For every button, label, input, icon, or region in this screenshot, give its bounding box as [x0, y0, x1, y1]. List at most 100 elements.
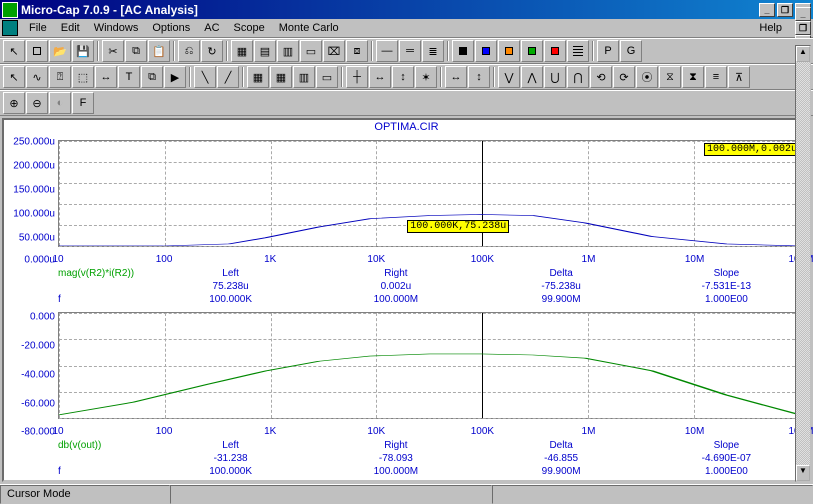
menu-scope[interactable]: Scope	[227, 20, 272, 36]
tb3-zoomin[interactable]: ⊕	[3, 92, 25, 114]
tb2-9[interactable]: ╱	[217, 66, 239, 88]
tb2-13[interactable]: ▭	[316, 66, 338, 88]
tb2-4[interactable]: ↔	[95, 66, 117, 88]
tb1-14[interactable]: ⧈	[346, 40, 368, 62]
tb2-19[interactable]: ↕	[468, 66, 490, 88]
tb2-wave[interactable]: ∿	[26, 66, 48, 88]
readout-2-frq: f 100.000K 100.000M 99.900M 1.000E00	[4, 465, 809, 480]
tb2-28[interactable]: ⧗	[682, 66, 704, 88]
menu-help[interactable]: Help	[752, 20, 789, 36]
tb1-19[interactable]	[475, 40, 497, 62]
tb2-11[interactable]: ▦	[270, 66, 292, 88]
plot-1[interactable]: 100.000K,75.238u 100.000M,0.002u 10 100 …	[58, 134, 801, 267]
mdi-minimize-button[interactable]: _	[795, 7, 811, 21]
mdi-icon[interactable]	[2, 20, 18, 36]
col2-slope: Slope	[644, 440, 809, 451]
x2-2: 1K	[264, 426, 276, 437]
menu-edit[interactable]: Edit	[54, 20, 87, 36]
tag-right[interactable]: 100.000M,0.002u	[704, 143, 800, 156]
tb2-20[interactable]: ⋁	[498, 66, 520, 88]
tb1-8[interactable]: ↻	[201, 40, 223, 62]
maximize-button[interactable]: ❐	[777, 3, 793, 17]
tb2-2[interactable]: ⍰	[49, 66, 71, 88]
tb2-t[interactable]: T	[118, 66, 140, 88]
tb2-8[interactable]: ╲	[194, 66, 216, 88]
tb1-15[interactable]: —	[376, 40, 398, 62]
scroll-track[interactable]	[796, 62, 810, 465]
yaxis-2: 0.000 -20.000 -40.000 -60.000 -80.000	[4, 306, 58, 439]
tb2-15[interactable]: ↔	[369, 66, 391, 88]
menu-file[interactable]: File	[22, 20, 54, 36]
tb1-6[interactable]: 📋	[148, 40, 170, 62]
tb1-10[interactable]: ▤	[254, 40, 276, 62]
tb1-13[interactable]: ⌧	[323, 40, 345, 62]
tb2-3[interactable]: ⬚	[72, 66, 94, 88]
menu-ac[interactable]: AC	[197, 20, 226, 36]
tb2-18[interactable]: ↔	[445, 66, 467, 88]
f2-delta: 99.900M	[479, 466, 644, 477]
tb2-27[interactable]: ⧖	[659, 66, 681, 88]
minimize-button[interactable]: _	[759, 3, 775, 17]
tb1-select[interactable]: ↖	[3, 40, 25, 62]
tb1-7[interactable]: ⎌	[178, 40, 200, 62]
tb3-f[interactable]: F	[72, 92, 94, 114]
tb3-zoomout[interactable]: ⊖	[26, 92, 48, 114]
tag-left[interactable]: 100.000K,75.238u	[407, 220, 509, 233]
plot-2[interactable]: 10 100 1K 10K 100K 1M 10M 100M	[58, 306, 801, 439]
tb1-g[interactable]: G	[620, 40, 642, 62]
scrollbar-v[interactable]: ▲ ▼	[795, 45, 811, 482]
tb1-9[interactable]: ▦	[231, 40, 253, 62]
tb1-22[interactable]	[544, 40, 566, 62]
tb2-10[interactable]: ▦	[247, 66, 269, 88]
col2-delta: Delta	[479, 440, 644, 451]
tb2-25[interactable]: ⟳	[613, 66, 635, 88]
menu-windows[interactable]: Windows	[87, 20, 146, 36]
scroll-down-button[interactable]: ▼	[796, 465, 810, 481]
tb2-22[interactable]: ⋃	[544, 66, 566, 88]
tb1-18[interactable]	[452, 40, 474, 62]
v2-right: -78.093	[313, 453, 478, 464]
tb1-4[interactable]: ✂	[102, 40, 124, 62]
tb2-16[interactable]: ↕	[392, 66, 414, 88]
tb1-12[interactable]: ▭	[300, 40, 322, 62]
mdi-maximize-button[interactable]: ❐	[795, 21, 811, 35]
tb1-3[interactable]: 💾	[72, 40, 94, 62]
tb2-21[interactable]: ⋀	[521, 66, 543, 88]
open-icon: 📂	[53, 45, 67, 58]
tb2-cursor[interactable]: ↖	[3, 66, 25, 88]
tb1-2[interactable]: 📂	[49, 40, 71, 62]
chart-filename: OPTIMA.CIR	[4, 120, 809, 134]
x-5: 1M	[582, 254, 596, 265]
tb1-17[interactable]: ≣	[422, 40, 444, 62]
readout-1-frq: f 100.000K 100.000M 99.900M 1.000E00	[4, 293, 809, 306]
new-icon	[33, 47, 41, 55]
tb2-12[interactable]: ▥	[293, 66, 315, 88]
f1-slope: 1.000E00	[644, 294, 809, 305]
tb2-24[interactable]: ⟲	[590, 66, 612, 88]
tb2-17[interactable]: ✶	[415, 66, 437, 88]
menu-montecarlo[interactable]: Monte Carlo	[272, 20, 346, 36]
tb2-23[interactable]: ⋂	[567, 66, 589, 88]
tb2-14[interactable]: ┼	[346, 66, 368, 88]
y1-0: 0.000u	[24, 255, 55, 266]
tb2-26[interactable]: ⦿	[636, 66, 658, 88]
tb1-20[interactable]	[498, 40, 520, 62]
tb2-30[interactable]: ⊼	[728, 66, 750, 88]
col-delta: Delta	[479, 268, 644, 279]
tb1-23[interactable]	[567, 40, 589, 62]
tb2-6[interactable]: ⧉	[141, 66, 163, 88]
tb1-1[interactable]	[26, 40, 48, 62]
tb1-p[interactable]: P	[597, 40, 619, 62]
scroll-up-button[interactable]: ▲	[796, 46, 810, 62]
menu-options[interactable]: Options	[145, 20, 197, 36]
tb1-21[interactable]	[521, 40, 543, 62]
tb2-run[interactable]: ▶	[164, 66, 186, 88]
tb2-29[interactable]: ≡	[705, 66, 727, 88]
tb1-5[interactable]: ⧉	[125, 40, 147, 62]
tb3-2[interactable]: ◐	[49, 92, 71, 114]
tb1-16[interactable]: ═	[399, 40, 421, 62]
v1-delta: -75.238u	[479, 281, 644, 292]
tb1-11[interactable]: ▥	[277, 40, 299, 62]
f2-slope: 1.000E00	[644, 466, 809, 477]
v1-slope: -7.531E-13	[644, 281, 809, 292]
